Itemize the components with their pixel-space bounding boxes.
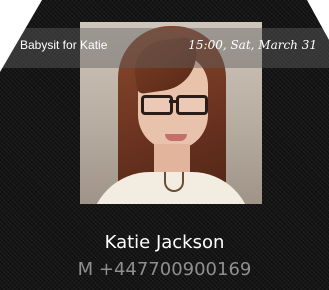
corner-wedge-right [307, 0, 329, 40]
contact-phone[interactable]: M +447700900169 [0, 259, 329, 280]
contact-name: Katie Jackson [104, 232, 225, 253]
contact-screen: Babysit for Katie 15:00, Sat, March 31 K… [0, 0, 329, 290]
corner-wedge-left [0, 0, 42, 72]
photo-glasses-left [141, 95, 173, 115]
photo-lips [165, 134, 187, 141]
photo-glasses-right [176, 95, 208, 115]
notification-time: 15:00, Sat, March 31 [188, 38, 317, 52]
photo-glasses-bridge [169, 100, 179, 103]
photo-necklace [164, 172, 184, 192]
